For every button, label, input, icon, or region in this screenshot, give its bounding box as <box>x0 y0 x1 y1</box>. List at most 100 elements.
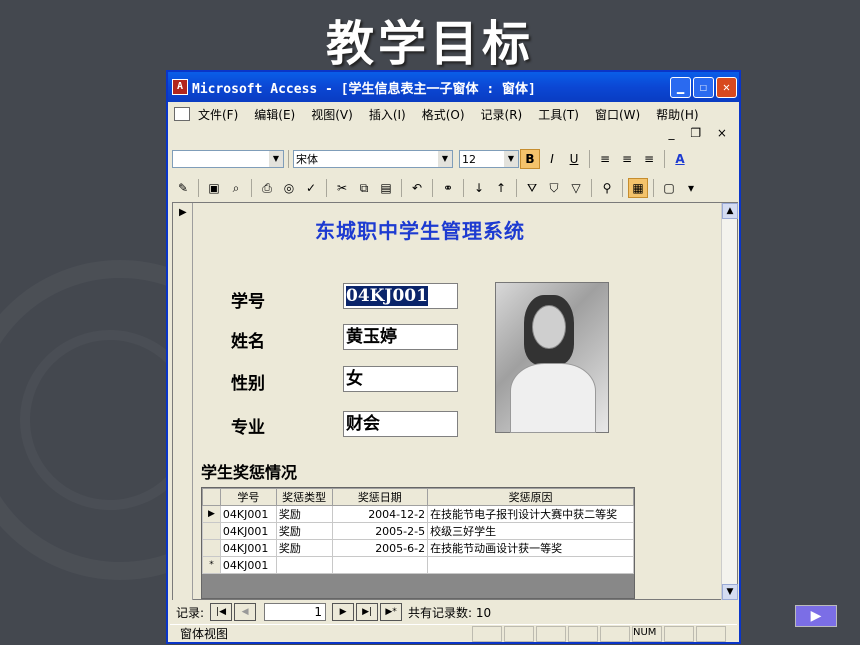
table-row[interactable]: 04KJ001 奖励 2005-6-2 在技能节动画设计获一等奖 <box>202 539 634 557</box>
new-object-dropdown-icon[interactable]: ▾ <box>681 178 701 198</box>
chevron-down-icon[interactable]: ▼ <box>269 151 283 167</box>
italic-button[interactable]: I <box>542 149 562 169</box>
underline-button[interactable]: U <box>564 149 584 169</box>
chevron-down-icon[interactable]: ▼ <box>504 151 518 167</box>
bold-button[interactable]: B <box>520 149 540 169</box>
sort-ascending-icon[interactable]: ↓ <box>469 178 489 198</box>
table-row[interactable]: ▶ 04KJ001 奖励 2004-12-2 在技能节电子报刊设计大赛中获二等奖 <box>202 505 634 523</box>
filter-by-selection-icon[interactable]: ⛛ <box>522 178 542 198</box>
student-id-field[interactable]: 04KJ001 <box>343 283 458 309</box>
print-icon[interactable]: ⎙ <box>257 178 277 198</box>
row-selector[interactable] <box>202 539 221 557</box>
menu-tools[interactable]: 工具(T) <box>538 106 579 123</box>
print-preview-icon[interactable]: ◎ <box>279 178 299 198</box>
cell-reason[interactable]: 校级三好学生 <box>427 522 634 540</box>
close-button[interactable]: ✕ <box>716 76 737 98</box>
cell-date[interactable]: 2005-2-5 <box>331 522 429 540</box>
form-view-toolbar: ✎ ▣ ⌕ ⎙ ◎ ✓ ✂ ⧉ ▤ ↶ ⚭ ↓ ↑ ⛛ ⛉ ▽ ⚲ ▦ ▢ ▾ <box>172 176 735 200</box>
menu-insert[interactable]: 插入(I) <box>369 106 406 123</box>
cell-reason[interactable]: 在技能节电子报刊设计大赛中获二等奖 <box>427 505 634 523</box>
menu-format[interactable]: 格式(O) <box>422 106 465 123</box>
cell-type[interactable]: 奖励 <box>275 539 333 557</box>
name-field[interactable]: 黄玉婷 <box>343 324 458 350</box>
column-header[interactable]: 奖惩日期 <box>331 488 429 506</box>
cell-date[interactable]: 2004-12-2 <box>331 505 429 523</box>
cell-id[interactable]: 04KJ001 <box>219 505 277 523</box>
font-color-icon[interactable]: A <box>670 149 690 169</box>
spelling-icon[interactable]: ✓ <box>301 178 321 198</box>
previous-record-button[interactable]: ◀ <box>234 603 257 621</box>
subform-title: 学生奖惩情况 <box>201 463 298 482</box>
apply-filter-icon[interactable]: ▽ <box>566 178 586 198</box>
design-view-icon[interactable]: ✎ <box>173 178 193 198</box>
filter-by-form-icon[interactable]: ⛉ <box>544 178 564 198</box>
align-left-icon[interactable]: ≡ <box>595 149 615 169</box>
scroll-up-icon[interactable]: ▲ <box>722 203 738 219</box>
cell-type[interactable] <box>275 556 333 574</box>
menu-view[interactable]: 视图(V) <box>311 106 353 123</box>
hyperlink-icon[interactable]: ⚭ <box>438 178 458 198</box>
menu-help[interactable]: 帮助(H) <box>656 106 698 123</box>
label-gender: 性别 <box>231 374 265 394</box>
file-search-icon[interactable]: ⌕ <box>226 178 246 198</box>
last-record-button[interactable]: ▶| <box>356 603 379 621</box>
rewards-table: 学号 奖惩类型 奖惩日期 奖惩原因 ▶ 04KJ001 奖励 2004-12-2… <box>202 488 634 574</box>
column-header[interactable]: 学号 <box>219 488 277 506</box>
form-client-area: ▶ 东城职中学生管理系统 学号 04KJ001 姓名 黄玉婷 性别 女 专业 财… <box>172 202 738 600</box>
align-right-icon[interactable]: ≡ <box>639 149 659 169</box>
table-row[interactable]: * 04KJ001 <box>202 556 634 574</box>
sort-descending-icon[interactable]: ↑ <box>491 178 511 198</box>
cell-type[interactable]: 奖励 <box>275 522 333 540</box>
database-window-icon[interactable]: ▦ <box>628 178 648 198</box>
record-number-input[interactable]: 1 <box>264 603 327 621</box>
font-combo[interactable]: 宋体 ▼ <box>293 150 453 168</box>
cell-type[interactable]: 奖励 <box>275 505 333 523</box>
next-record-button[interactable]: ▶ <box>332 603 355 621</box>
current-record-icon: ▶ <box>179 207 187 218</box>
cell-date[interactable]: 2005-6-2 <box>331 539 429 557</box>
column-header[interactable]: 奖惩类型 <box>275 488 333 506</box>
record-selector[interactable]: ▶ <box>173 203 193 600</box>
find-icon[interactable]: ⚲ <box>597 178 617 198</box>
cell-id[interactable]: 04KJ001 <box>219 522 277 540</box>
column-header[interactable]: 奖惩原因 <box>427 488 634 506</box>
font-size-combo[interactable]: 12 ▼ <box>459 150 519 168</box>
row-selector[interactable] <box>202 522 221 540</box>
chevron-down-icon[interactable]: ▼ <box>438 151 452 167</box>
vertical-scrollbar[interactable]: ▲ ▼ <box>721 203 738 600</box>
align-center-icon[interactable]: ≡ <box>617 149 637 169</box>
menu-records[interactable]: 记录(R) <box>481 106 523 123</box>
next-slide-button[interactable]: ▶ <box>795 605 837 627</box>
gender-field[interactable]: 女 <box>343 366 458 392</box>
new-row-selector[interactable]: * <box>202 556 221 574</box>
scroll-down-icon[interactable]: ▼ <box>722 584 738 600</box>
major-field[interactable]: 财会 <box>343 411 458 437</box>
cell-reason[interactable]: 在技能节动画设计获一等奖 <box>427 539 634 557</box>
menu-file[interactable]: 文件(F) <box>198 106 238 123</box>
paste-icon[interactable]: ▤ <box>376 178 396 198</box>
copy-icon[interactable]: ⧉ <box>354 178 374 198</box>
cut-icon[interactable]: ✂ <box>332 178 352 198</box>
row-selector[interactable]: ▶ <box>202 505 221 523</box>
cell-date[interactable] <box>331 556 429 574</box>
maximize-button[interactable]: ☐ <box>693 76 714 98</box>
title-bar[interactable]: A Microsoft Access - [学生信息表主一子窗体 : 窗体] ▁… <box>168 72 739 102</box>
menu-window[interactable]: 窗口(W) <box>595 106 640 123</box>
cell-reason[interactable] <box>427 556 634 574</box>
form-icon[interactable] <box>174 107 190 121</box>
object-combo[interactable]: ▼ <box>172 150 284 168</box>
first-record-button[interactable]: |◀ <box>210 603 233 621</box>
mdi-controls[interactable]: _ ❐ × <box>669 126 733 140</box>
rewards-subform: 学号 奖惩类型 奖惩日期 奖惩原因 ▶ 04KJ001 奖励 2004-12-2… <box>201 487 635 599</box>
save-icon[interactable]: ▣ <box>204 178 224 198</box>
minimize-button[interactable]: ▁ <box>670 76 691 98</box>
new-record-button[interactable]: ▶* <box>380 603 403 621</box>
table-row[interactable]: 04KJ001 奖励 2005-2-5 校级三好学生 <box>202 522 634 540</box>
cell-id[interactable]: 04KJ001 <box>219 556 277 574</box>
menu-edit[interactable]: 编辑(E) <box>254 106 295 123</box>
cell-id[interactable]: 04KJ001 <box>219 539 277 557</box>
form-title: 东城职中学生管理系统 <box>315 219 525 243</box>
new-object-icon[interactable]: ▢ <box>659 178 679 198</box>
record-navigator: 记录: |◀ ◀ 1 ▶ ▶| ▶* 共有记录数: 10 <box>176 602 491 622</box>
undo-icon[interactable]: ↶ <box>407 178 427 198</box>
